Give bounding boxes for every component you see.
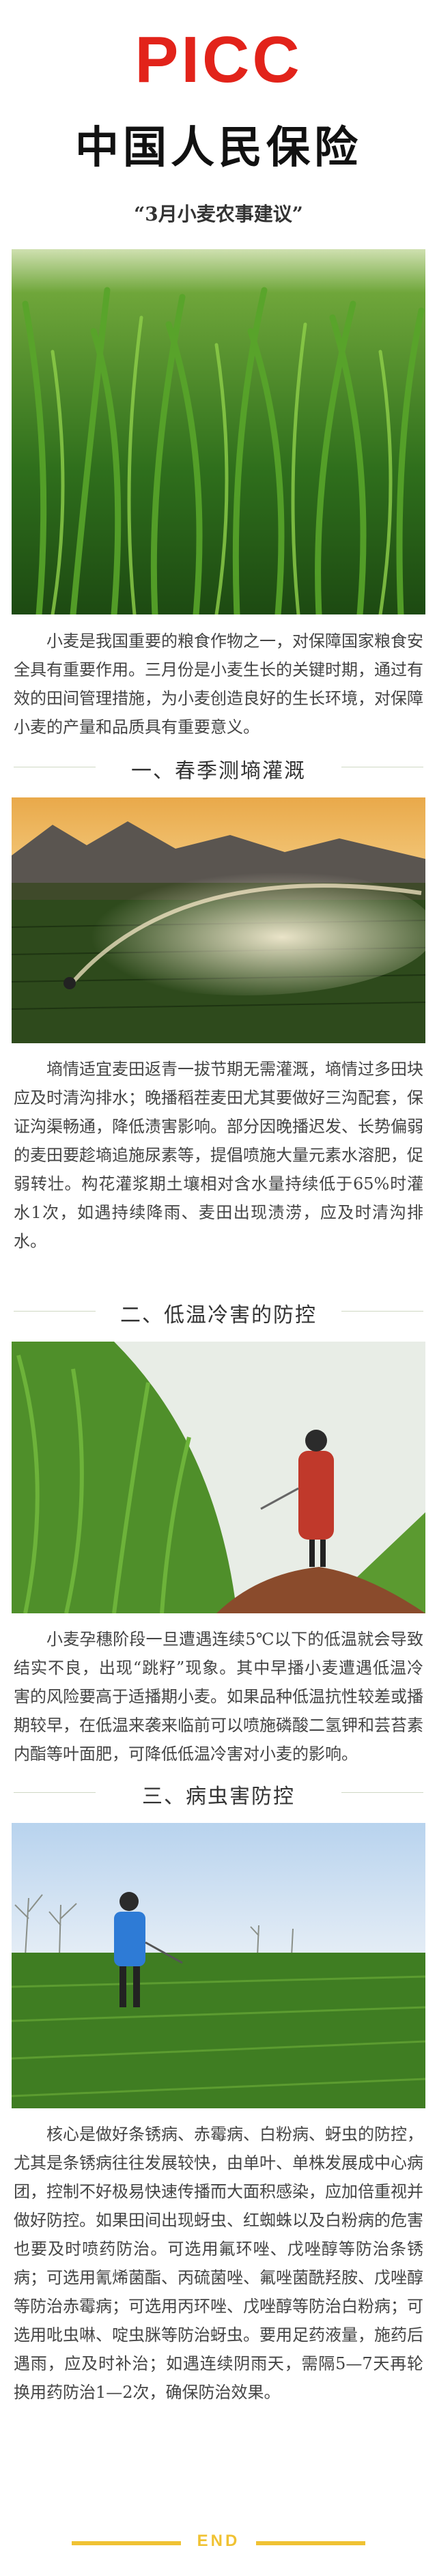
section-heading-pest-control: 三、病虫害防控 [14, 1775, 423, 1809]
farmer-field-photo [12, 1823, 425, 2108]
sprinkler-sunset-photo [12, 797, 425, 1043]
heading-rule-right [341, 1792, 423, 1793]
heading-rule-right [341, 1311, 423, 1312]
company-name: 中国人民保险 [75, 123, 362, 173]
section-title: 三、病虫害防控 [142, 1785, 295, 1809]
article-title: “3月小麦农事建议” [134, 203, 303, 225]
irrigation-paragraph: 墒情适宜麦田返青一拔节期无需灌溉，墒情过多田块应及时清沟排水；晚播稻茬麦田尤其要… [14, 1060, 423, 1251]
pest-control-paragraph: 核心是做好条锈病、赤霉病、白粉病、蚜虫的防控，尤其是条锈病往往发展较快，由单叶、… [14, 2125, 423, 2402]
picc-logo-text: PICC [135, 23, 302, 96]
cold-damage-paragraph: 小麦孕穗阶段一旦遭遇连续5℃以下的低温就会导致结实不良，出现“跳籽”现象。其中早… [14, 1630, 423, 1764]
end-label: END [197, 2532, 240, 2550]
end-marker: END [0, 2526, 437, 2560]
farmer-spraying-photo [12, 1342, 425, 1613]
end-bar-right [256, 2541, 365, 2545]
intro-paragraph: 小麦是我国重要的粮食作物之一，对保障国家粮食安全具有重要作用。三月份是小麦生长的… [14, 632, 423, 737]
section-title: 二、低温冷害的防控 [120, 1303, 317, 1327]
wheat-closeup-photo [12, 249, 425, 614]
section-title: 一、春季测墒灌溉 [131, 759, 306, 783]
section-heading-cold-damage: 二、低温冷害的防控 [14, 1294, 423, 1328]
section-heading-irrigation: 一、春季测墒灌溉 [14, 750, 423, 784]
picc-logo: PICC [0, 27, 437, 93]
